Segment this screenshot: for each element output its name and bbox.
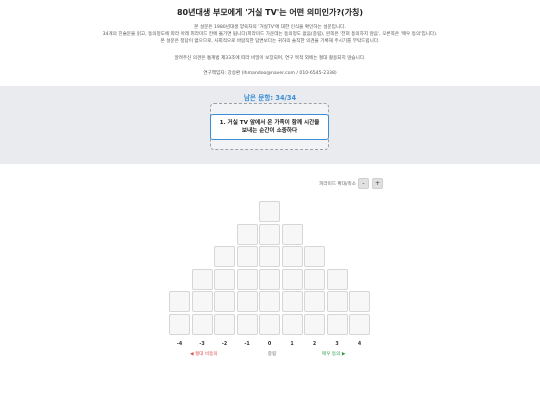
score-label: -3 [199, 342, 205, 347]
pyramid-slot[interactable] [304, 246, 325, 267]
neutral-anchor: 중립 [267, 352, 277, 357]
pyramid-slot[interactable] [236, 268, 258, 290]
pyramid-slot[interactable] [214, 246, 235, 267]
researcher-contact: 연구책임자: 강승환 (lhmandoo@naver.com / 010-654… [203, 71, 337, 76]
q-sort-page: 80년대생 부모에게 '거실 TV'는 어떤 의미인가?(가칭) 본 설문은 1… [0, 0, 540, 405]
score-label: 4 [357, 342, 362, 347]
pyramid-slot[interactable] [326, 313, 348, 335]
pyramid-slot[interactable] [259, 223, 280, 245]
pyramid-slot[interactable] [259, 246, 280, 267]
disagree-anchor: ◀ 절대 비동의 [190, 352, 218, 357]
pyramid-slot[interactable] [214, 291, 235, 312]
pyramid-slot[interactable] [304, 268, 325, 290]
pyramid-slot[interactable] [281, 246, 303, 267]
score-label: 3 [335, 342, 339, 347]
pyramid-slot[interactable] [326, 291, 348, 312]
pyramid-slot[interactable] [191, 291, 213, 312]
remaining-count: 남은 문항: 34/34 [243, 94, 297, 102]
statement-card[interactable]: 1. 거실 TV 앞에서 온 가족이 함께 시간을 보내는 순간이 소중하다 [210, 114, 329, 140]
pyramid-slot[interactable] [259, 268, 280, 290]
confidentiality-note: 알려주신 의견은 통계법 제33조에 따라 비밀이 보장되며, 연구 목적 외에… [174, 56, 366, 61]
pyramid-slot[interactable] [236, 313, 258, 335]
zoom-out-button[interactable]: - [358, 178, 369, 189]
intro-line-2: 34개의 진술문을 읽고, 동의정도에 따라 아래 피라미드 칸에 옮기면 됩니… [102, 32, 438, 37]
agree-anchor: 매우 동의 ▶ [322, 352, 346, 357]
survey-title: 80년대생 부모에게 '거실 TV'는 어떤 의미인가?(가칭) [176, 8, 364, 17]
pyramid-slot[interactable] [304, 313, 325, 335]
intro-line-1: 본 설문은 1980년대생 양육자의 '거실TV'에 대한 인식을 확인하는 설… [194, 25, 346, 30]
pyramid-slot[interactable] [259, 313, 280, 335]
score-label: 2 [312, 342, 317, 347]
score-label: 0 [267, 342, 272, 347]
pyramid-slot[interactable] [281, 223, 303, 245]
pyramid-slot[interactable] [259, 201, 280, 222]
pyramid-slot[interactable] [169, 291, 190, 312]
score-label: 1 [290, 342, 294, 347]
score-label: -2 [221, 342, 228, 347]
survey-intro: 80년대생 부모에게 '거실 TV'는 어떤 의미인가?(가칭) 본 설문은 1… [0, 0, 540, 86]
pyramid-slot[interactable] [304, 291, 325, 312]
pyramid-slot[interactable] [236, 291, 258, 312]
pyramid-slot[interactable] [326, 268, 348, 290]
score-label: -1 [244, 342, 250, 347]
pyramid-slot[interactable] [214, 268, 235, 290]
statement-card-line-1: 1. 거실 TV 앞에서 온 가족이 함께 시간을 [219, 120, 320, 126]
pyramid-slot[interactable] [281, 291, 303, 312]
statement-card-line-2: 보내는 순간이 소중하다 [241, 128, 298, 134]
pyramid-slot[interactable] [169, 313, 190, 335]
score-label: -4 [176, 342, 183, 347]
pyramid-slot[interactable] [349, 291, 370, 312]
zoom-in-button[interactable]: + [372, 178, 383, 189]
pyramid-slot[interactable] [349, 313, 370, 335]
zoom-label: 피라미드 확대/축소 [319, 182, 356, 187]
pyramid-slot[interactable] [259, 291, 280, 312]
pyramid-slot[interactable] [236, 223, 258, 245]
pyramid-slot[interactable] [191, 268, 213, 290]
intro-line-3: 본 설문은 정답이 없으므로, 사회적으로 바람직한 답변보다는 귀하의 솔직한… [160, 39, 380, 44]
pyramid-slot[interactable] [281, 313, 303, 335]
pyramid-slot[interactable] [214, 313, 235, 335]
pyramid-slot[interactable] [281, 268, 303, 290]
pyramid-slot[interactable] [236, 246, 258, 267]
pyramid-slot[interactable] [191, 313, 213, 335]
